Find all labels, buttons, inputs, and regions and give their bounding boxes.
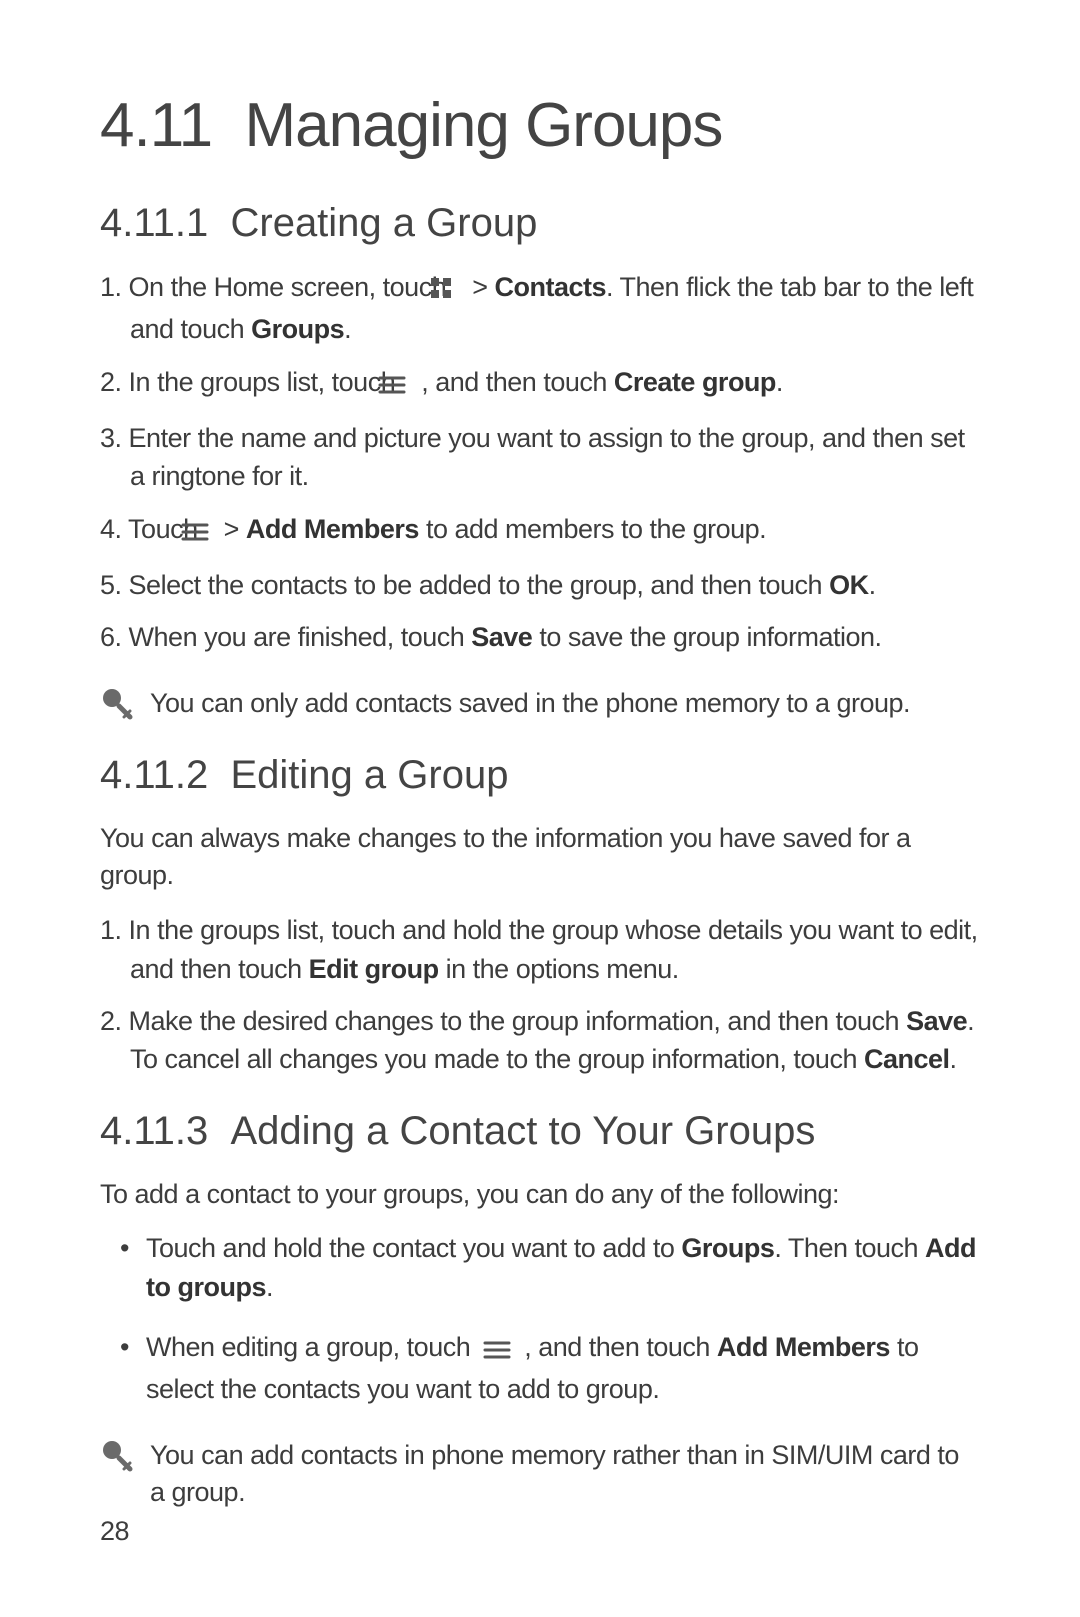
list-item: 2. Make the desired changes to the group… [100, 1002, 980, 1079]
bullet-item: When editing a group, touch , and then t… [100, 1328, 980, 1409]
subsection-text: Creating a Group [230, 201, 537, 245]
subsection-text: Adding a Contact to Your Groups [230, 1109, 815, 1153]
document-page: 4.11 Managing Groups 4.11.1 Creating a G… [0, 0, 1080, 1617]
note: You can only add contacts saved in the p… [100, 685, 980, 723]
list-item: 5. Select the contacts to be added to th… [100, 566, 980, 604]
subsection-text: Editing a Group [230, 753, 508, 797]
note: You can add contacts in phone memory rat… [100, 1437, 980, 1513]
title-text: Managing Groups [245, 91, 723, 160]
subsection-number: 4.11.2 [100, 753, 208, 797]
subsection-number: 4.11.3 [100, 1109, 208, 1153]
page-number: 28 [100, 1516, 129, 1547]
list-item: 4. Touch > Add Members to add members to… [100, 510, 980, 552]
note-icon [100, 687, 136, 723]
title-number: 4.11 [100, 91, 212, 160]
subsection-number: 4.11.1 [100, 201, 208, 245]
subsection-heading: 4.11.2 Editing a Group [100, 753, 980, 798]
section-title: 4.11 Managing Groups [100, 90, 980, 161]
list-item: 3. Enter the name and picture you want t… [100, 419, 980, 496]
paragraph: You can always make changes to the infor… [100, 820, 980, 896]
menu-icon [483, 1332, 511, 1370]
note-text: You can only add contacts saved in the p… [150, 685, 980, 723]
list-item: 1. On the Home screen, touch > Contacts.… [100, 268, 980, 349]
note-icon [100, 1439, 136, 1475]
paragraph: To add a contact to your groups, you can… [100, 1176, 980, 1214]
list-item: 2. In the groups list, touch , and then … [100, 363, 980, 405]
list-item: 1. In the groups list, touch and hold th… [100, 911, 980, 988]
bullet-item: Touch and hold the contact you want to a… [100, 1229, 980, 1306]
list-item: 6. When you are finished, touch Save to … [100, 618, 980, 656]
note-text: You can add contacts in phone memory rat… [150, 1437, 980, 1513]
subsection-heading: 4.11.3 Adding a Contact to Your Groups [100, 1109, 980, 1154]
subsection-heading: 4.11.1 Creating a Group [100, 201, 980, 246]
